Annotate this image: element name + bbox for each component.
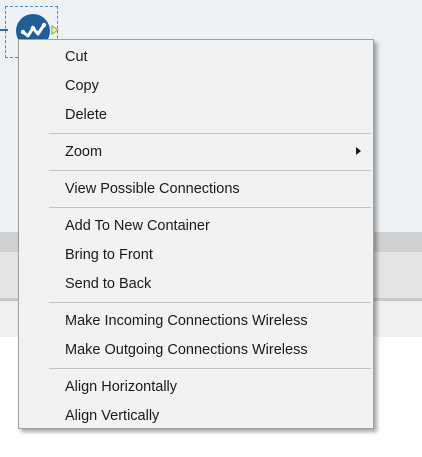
- menu-item-send-to-back[interactable]: Send to Back: [21, 269, 371, 298]
- output-anchor-icon[interactable]: [51, 25, 59, 35]
- menu-item-bring-to-front[interactable]: Bring to Front: [21, 240, 371, 269]
- menu-separator: [49, 368, 371, 369]
- menu-item-label: Align Vertically: [65, 408, 160, 424]
- menu-item-align-vertically[interactable]: Align Vertically: [21, 401, 371, 430]
- menu-item-label: Add To New Container: [65, 218, 210, 234]
- menu-item-label: Align Horizontally: [65, 379, 178, 395]
- input-anchor[interactable]: [0, 29, 8, 31]
- menu-item-view-possible-connections[interactable]: View Possible Connections: [21, 174, 371, 203]
- menu-item-make-incoming-wireless[interactable]: Make Incoming Connections Wireless: [21, 306, 371, 335]
- menu-item-label: Copy: [65, 78, 99, 94]
- menu-separator: [49, 302, 371, 303]
- menu-item-make-outgoing-wireless[interactable]: Make Outgoing Connections Wireless: [21, 335, 371, 364]
- menu-item-label: Send to Back: [65, 276, 152, 292]
- menu-item-copy[interactable]: Copy: [21, 71, 371, 100]
- menu-item-label: Make Outgoing Connections Wireless: [65, 342, 308, 358]
- menu-separator: [49, 207, 371, 208]
- menu-item-label: Cut: [65, 49, 88, 65]
- menu-item-zoom[interactable]: Zoom: [21, 137, 371, 166]
- menu-item-label: Zoom: [65, 144, 103, 160]
- menu-item-align-horizontally[interactable]: Align Horizontally: [21, 372, 371, 401]
- menu-separator: [49, 170, 371, 171]
- menu-item-label: Make Incoming Connections Wireless: [65, 313, 308, 329]
- menu-item-add-to-new-container[interactable]: Add To New Container: [21, 211, 371, 240]
- menu-item-label: Delete: [65, 107, 107, 123]
- chevron-right-icon: [356, 147, 361, 155]
- menu-item-label: Bring to Front: [65, 247, 153, 263]
- menu-separator: [49, 133, 371, 134]
- menu-item-label: View Possible Connections: [65, 181, 240, 197]
- menu-item-cut[interactable]: Cut: [21, 42, 371, 71]
- context-menu: Cut Copy Delete Zoom View Possible Conne…: [18, 39, 374, 429]
- menu-item-delete[interactable]: Delete: [21, 100, 371, 129]
